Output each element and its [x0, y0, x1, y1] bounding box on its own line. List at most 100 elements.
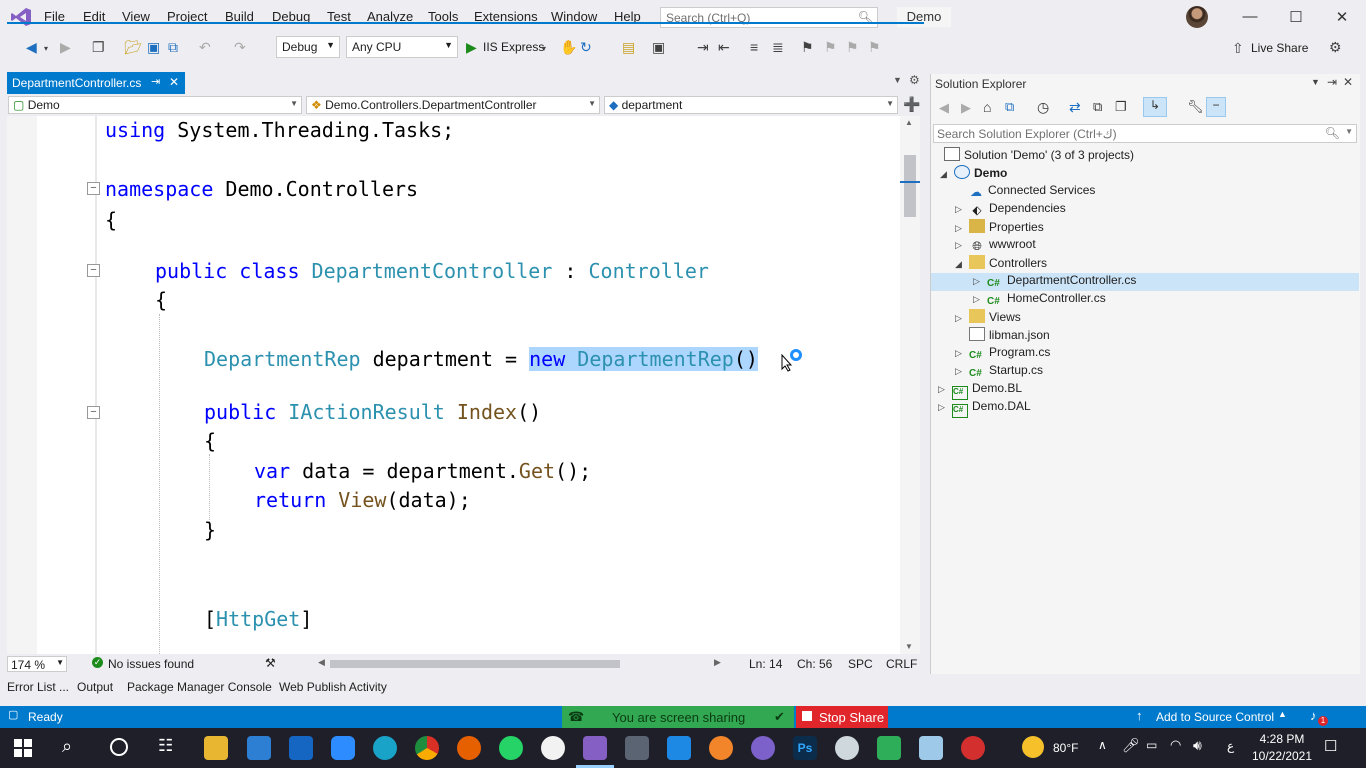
scroll-left-icon[interactable]: ◀: [318, 657, 325, 668]
teams-like-icon[interactable]: [751, 736, 775, 760]
panel-options-dropdown-icon[interactable]: ▼: [1311, 77, 1320, 87]
clock-date[interactable]: 10/22/2021: [1248, 749, 1316, 763]
tree-home-controller[interactable]: ▷ C# HomeController.cs: [973, 291, 1106, 309]
tree-project-demo[interactable]: ◢ Demo: [940, 165, 1007, 183]
zoom-icon[interactable]: [331, 736, 355, 760]
nav-project-dropdown[interactable]: ▢ Demo ▼: [8, 96, 302, 114]
tree-project-demo-bl[interactable]: ▷ C# Demo.BL: [938, 381, 1022, 400]
feedback-icon[interactable]: ⚙: [1329, 39, 1342, 56]
postman-icon[interactable]: [709, 736, 733, 760]
undo-icon[interactable]: ↶: [199, 39, 211, 56]
outdent-icon[interactable]: ⇤: [718, 39, 730, 56]
tree-program-cs[interactable]: ▷ C# Program.cs: [955, 345, 1050, 363]
tree-wwwroot[interactable]: ▷ 🌐︎ wwwroot: [955, 237, 1036, 255]
firefox-icon[interactable]: [457, 736, 481, 760]
minimize-icon[interactable]: —: [1240, 8, 1260, 25]
tab-settings-gear-icon[interactable]: ⚙: [909, 73, 920, 87]
properties-wrench-icon[interactable]: 🔧︎: [1187, 99, 1204, 115]
scroll-down-icon[interactable]: ▼: [905, 642, 913, 651]
tree-solution[interactable]: Solution 'Demo' (3 of 3 projects): [944, 147, 1134, 165]
close-tab-icon[interactable]: ✕: [169, 75, 179, 89]
preview-selected-icon[interactable]: −: [1206, 97, 1226, 117]
vertical-scroll-thumb[interactable]: [904, 155, 916, 217]
tab-error-list[interactable]: Error List ...: [7, 680, 69, 694]
microphone-icon[interactable]: 🎤︎: [1122, 737, 1140, 754]
whatsapp-icon[interactable]: [499, 736, 523, 760]
folder-icon[interactable]: ▤: [622, 39, 635, 56]
pin-icon[interactable]: ⇥: [1327, 75, 1337, 89]
satellite-app-icon[interactable]: [835, 736, 859, 760]
green-app-icon[interactable]: [877, 736, 901, 760]
close-window-icon[interactable]: ✕: [1332, 8, 1352, 26]
weather-temperature[interactable]: 80°F: [1053, 741, 1078, 755]
back-icon[interactable]: ◀: [26, 39, 37, 56]
solution-config-dropdown[interactable]: Debug ▼: [276, 36, 340, 58]
open-folder-icon[interactable]: 📂︎: [124, 39, 142, 56]
refresh-icon[interactable]: ↻: [580, 39, 592, 56]
back-dropdown-icon[interactable]: ▾: [44, 44, 48, 53]
edge-icon[interactable]: [373, 736, 397, 760]
platform-dropdown[interactable]: Any CPU ▼: [346, 36, 458, 58]
collapse-all-icon[interactable]: ⧉: [1093, 99, 1102, 115]
tree-properties[interactable]: ▷ Properties: [955, 219, 1044, 237]
forward-icon[interactable]: ▶: [60, 39, 71, 56]
whitespace-mode[interactable]: SPC: [848, 657, 873, 671]
screenshot-icon[interactable]: ▣: [652, 39, 665, 56]
split-window-icon[interactable]: ➕: [903, 96, 920, 113]
notification-bell-icon[interactable]: ♪: [1310, 708, 1317, 723]
tab-department-controller[interactable]: DepartmentController.cs ⇥ ✕: [7, 72, 185, 94]
tree-dependencies[interactable]: ▷ ⬖ Dependencies: [955, 201, 1066, 219]
run-icon[interactable]: ▶: [466, 39, 477, 56]
maximize-icon[interactable]: ☐: [1286, 8, 1306, 26]
tab-output[interactable]: Output: [77, 680, 113, 694]
action-center-icon[interactable]: ☐: [1324, 737, 1337, 755]
tree-startup-cs[interactable]: ▷ C# Startup.cs: [955, 363, 1043, 381]
tree-views[interactable]: ▷ Views: [955, 309, 1021, 327]
outlook-icon[interactable]: [289, 736, 313, 760]
chrome-icon[interactable]: [415, 736, 439, 760]
file-explorer-icon[interactable]: [204, 736, 228, 760]
nav-type-dropdown[interactable]: ❖ Demo.Controllers.DepartmentController …: [306, 96, 600, 114]
uncomment-icon[interactable]: ≣: [772, 39, 784, 56]
track-active-item-icon[interactable]: ↳: [1143, 97, 1167, 117]
live-share-icon[interactable]: ⇧: [1232, 40, 1244, 57]
column-number[interactable]: Ch: 56: [797, 657, 832, 671]
show-all-files-icon[interactable]: ❐: [1115, 99, 1127, 115]
code-editor[interactable]: using System.Threading.Tasks; − namespac…: [7, 116, 900, 654]
nav-member-dropdown[interactable]: ◆ department ▼: [604, 96, 898, 114]
mail-icon[interactable]: [247, 736, 271, 760]
photoshop-icon[interactable]: Ps: [793, 736, 817, 760]
close-panel-icon[interactable]: ✕: [1343, 75, 1353, 89]
prev-bookmark-icon[interactable]: ⚑: [824, 39, 837, 56]
home-icon[interactable]: ⌂: [983, 99, 991, 115]
blue-app-icon[interactable]: [919, 736, 943, 760]
battery-icon[interactable]: ▭: [1146, 738, 1157, 752]
indent-icon[interactable]: ⇥: [697, 39, 709, 56]
volume-icon[interactable]: 🔊︎: [1193, 737, 1202, 754]
horizontal-scroll-thumb[interactable]: [330, 660, 620, 668]
pending-changes-filter-icon[interactable]: ◷: [1037, 99, 1049, 116]
run-target-dropdown-icon[interactable]: ▾: [542, 44, 546, 53]
tree-department-controller[interactable]: ▷ C# DepartmentController.cs: [973, 273, 1136, 291]
line-number[interactable]: Ln: 14: [749, 657, 782, 671]
redo-icon[interactable]: ↷: [234, 39, 246, 56]
weather-sun-icon[interactable]: [1022, 736, 1044, 758]
tree-libman-json[interactable]: libman.json: [969, 327, 1050, 345]
windows-start-icon[interactable]: [14, 739, 32, 757]
live-share-button[interactable]: Live Share: [1251, 41, 1308, 55]
collapse-namespace-icon[interactable]: −: [87, 182, 100, 195]
bookmark-icon[interactable]: ⚑: [801, 39, 814, 56]
solution-search-input[interactable]: Search Solution Explorer (Ctrl+ك) 🔍︎ ▼: [933, 124, 1357, 143]
emoji-app-icon[interactable]: [541, 736, 565, 760]
attach-icon[interactable]: ✋: [560, 39, 577, 56]
issues-status[interactable]: No issues found: [108, 657, 194, 671]
zoom-dropdown[interactable]: 174 % ▼: [7, 656, 67, 672]
scroll-up-icon[interactable]: ▲: [905, 118, 913, 127]
save-icon[interactable]: ▣: [147, 39, 160, 56]
clear-bookmarks-icon[interactable]: ⚑: [868, 39, 881, 56]
tab-web-publish-activity[interactable]: Web Publish Activity: [279, 680, 387, 694]
wifi-icon[interactable]: ◠: [1170, 737, 1181, 753]
vscode-icon[interactable]: [667, 736, 691, 760]
back-icon[interactable]: ◀: [939, 100, 949, 116]
tab-package-manager-console[interactable]: Package Manager Console: [127, 680, 272, 694]
